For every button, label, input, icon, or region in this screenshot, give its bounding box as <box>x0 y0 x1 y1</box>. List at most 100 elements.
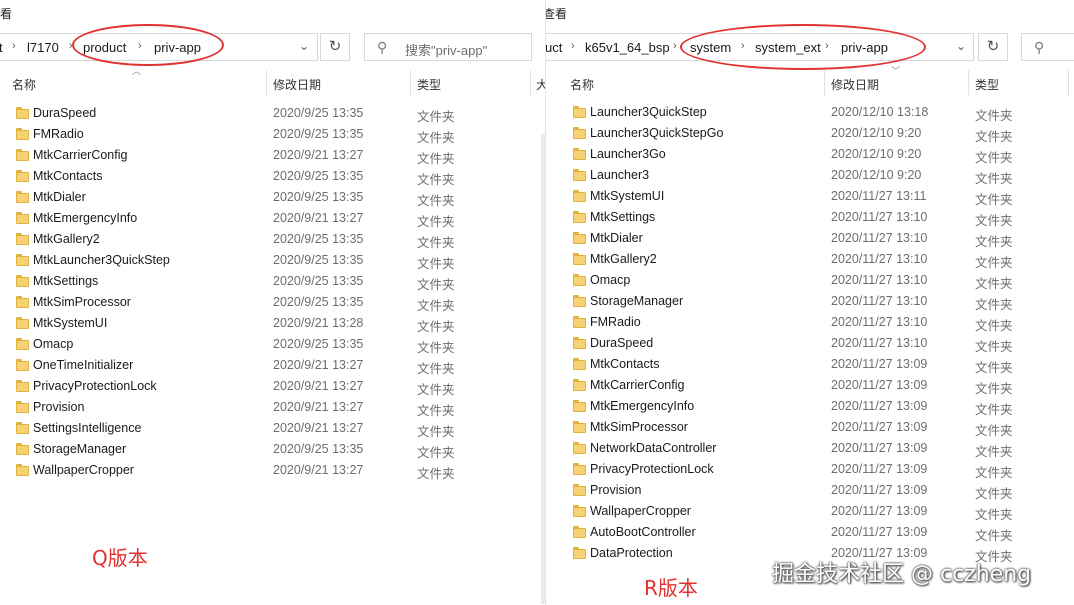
list-item[interactable]: Launcher3QuickStepGo 2020/12/10 9:20 文件夹 <box>573 123 1035 144</box>
list-item[interactable]: StorageManager 2020/11/27 13:10 文件夹 <box>573 291 1035 312</box>
folder-icon <box>16 128 29 140</box>
folder-icon <box>573 211 586 223</box>
breadcrumb-segment[interactable]: uct <box>546 40 562 55</box>
file-type: 文件夹 <box>975 151 1013 165</box>
file-name: MtkSystemUI <box>590 189 665 203</box>
column-divider[interactable] <box>968 70 969 96</box>
chevron-down-icon[interactable]: ⌄ <box>299 39 309 53</box>
list-item[interactable]: MtkSystemUI 2020/11/27 13:11 文件夹 <box>573 186 1035 207</box>
file-name: MtkCarrierConfig <box>33 148 128 162</box>
list-item[interactable]: Launcher3 2020/12/10 9:20 文件夹 <box>573 165 1035 186</box>
file-date: 2020/12/10 9:20 <box>831 126 922 140</box>
list-item[interactable]: MtkLauncher3QuickStep 2020/9/25 13:35 文件夹 <box>16 250 477 271</box>
file-type: 文件夹 <box>975 361 1013 375</box>
column-header-type[interactable]: 类型 <box>975 76 999 93</box>
column-divider[interactable] <box>1068 70 1069 96</box>
list-item[interactable]: SettingsIntelligence 2020/9/21 13:27 文件夹 <box>16 418 477 439</box>
list-item[interactable]: StorageManager 2020/9/25 13:35 文件夹 <box>16 439 477 460</box>
column-divider[interactable] <box>410 70 411 96</box>
file-date: 2020/11/27 13:11 <box>831 189 927 203</box>
breadcrumb-segment[interactable]: l7170 <box>27 40 59 55</box>
folder-icon <box>16 254 29 266</box>
column-header-name[interactable]: 名称 <box>570 76 594 93</box>
chevron-down-icon[interactable]: ⌄ <box>956 39 966 53</box>
column-header-size[interactable]: 大 <box>536 76 545 93</box>
file-date: 2020/11/27 13:09 <box>831 462 928 476</box>
column-header-type[interactable]: 类型 <box>417 76 441 93</box>
list-item[interactable]: DuraSpeed 2020/11/27 13:10 文件夹 <box>573 333 1035 354</box>
breadcrumb-segment[interactable]: t <box>0 40 3 55</box>
file-date: 2020/11/27 13:09 <box>831 504 928 518</box>
file-date: 2020/11/27 13:10 <box>831 231 928 245</box>
list-item[interactable]: Omacp 2020/9/25 13:35 文件夹 <box>16 334 477 355</box>
list-item[interactable]: MtkEmergencyInfo 2020/11/27 13:09 文件夹 <box>573 396 1035 417</box>
list-item[interactable]: MtkGallery2 2020/11/27 13:10 文件夹 <box>573 249 1035 270</box>
search-input[interactable]: ⚲ <box>1021 33 1074 61</box>
list-item[interactable]: MtkSettings 2020/11/27 13:10 文件夹 <box>573 207 1035 228</box>
list-item[interactable]: PrivacyProtectionLock 2020/9/21 13:27 文件夹 <box>16 376 477 397</box>
chevron-right-icon[interactable]: › <box>571 40 575 52</box>
file-type: 文件夹 <box>975 193 1013 207</box>
column-divider[interactable] <box>266 70 267 96</box>
folder-icon <box>573 547 586 559</box>
list-item[interactable]: Omacp 2020/11/27 13:10 文件夹 <box>573 270 1035 291</box>
file-date: 2020/12/10 9:20 <box>831 168 922 182</box>
list-item[interactable]: MtkSimProcessor 2020/11/27 13:09 文件夹 <box>573 417 1035 438</box>
folder-icon <box>573 400 586 412</box>
column-header-name[interactable]: 名称 <box>12 76 36 93</box>
column-divider[interactable] <box>530 70 531 96</box>
list-item[interactable]: MtkDialer 2020/9/25 13:35 文件夹 <box>16 187 477 208</box>
file-name: MtkGallery2 <box>590 252 657 266</box>
list-item[interactable]: AutoBootController 2020/11/27 13:09 文件夹 <box>573 522 1035 543</box>
file-date: 2020/11/27 13:10 <box>831 273 928 287</box>
list-item[interactable]: Launcher3Go 2020/12/10 9:20 文件夹 <box>573 144 1035 165</box>
file-type: 文件夹 <box>417 320 455 334</box>
list-item[interactable]: MtkGallery2 2020/9/25 13:35 文件夹 <box>16 229 477 250</box>
refresh-button[interactable]: ↻ <box>320 33 350 61</box>
list-item[interactable]: MtkSettings 2020/9/25 13:35 文件夹 <box>16 271 477 292</box>
list-item[interactable]: MtkEmergencyInfo 2020/9/21 13:27 文件夹 <box>16 208 477 229</box>
list-item[interactable]: FMRadio 2020/9/25 13:35 文件夹 <box>16 124 477 145</box>
right-ribbon: ⌄ ? 查看 <box>546 0 1074 26</box>
file-type: 文件夹 <box>417 173 455 187</box>
folder-icon <box>573 295 586 307</box>
list-item[interactable]: MtkCarrierConfig 2020/11/27 13:09 文件夹 <box>573 375 1035 396</box>
column-header-date[interactable]: 修改日期 <box>273 76 321 93</box>
list-item[interactable]: MtkSimProcessor 2020/9/25 13:35 文件夹 <box>16 292 477 313</box>
list-item[interactable]: Launcher3QuickStep 2020/12/10 13:18 文件夹 <box>573 102 1035 123</box>
file-type: 文件夹 <box>417 425 455 439</box>
file-type: 文件夹 <box>975 529 1013 543</box>
file-type: 文件夹 <box>975 403 1013 417</box>
list-item[interactable]: DuraSpeed 2020/9/25 13:35 文件夹 <box>16 103 477 124</box>
refresh-icon: ↻ <box>986 38 1000 55</box>
list-item[interactable]: OneTimeInitializer 2020/9/21 13:27 文件夹 <box>16 355 477 376</box>
left-view-menu[interactable]: 看 <box>0 5 12 22</box>
chevron-right-icon[interactable]: › <box>12 40 16 52</box>
list-item[interactable]: PrivacyProtectionLock 2020/11/27 13:09 文件夹 <box>573 459 1035 480</box>
right-explorer-pane: ⌄ ? 查看 uct › k65v1_64_bsp › system › sys… <box>545 0 1074 605</box>
list-item[interactable]: WallpaperCropper 2020/9/21 13:27 文件夹 <box>16 460 477 481</box>
list-item[interactable]: MtkContacts 2020/9/25 13:35 文件夹 <box>16 166 477 187</box>
refresh-button[interactable]: ↻ <box>978 33 1008 61</box>
list-item[interactable]: MtkContacts 2020/11/27 13:09 文件夹 <box>573 354 1035 375</box>
column-divider[interactable] <box>824 70 825 96</box>
breadcrumb-segment[interactable]: k65v1_64_bsp <box>585 40 670 55</box>
file-name: Omacp <box>33 337 74 351</box>
list-item[interactable]: WallpaperCropper 2020/11/27 13:09 文件夹 <box>573 501 1035 522</box>
right-view-menu[interactable]: 查看 <box>546 5 567 22</box>
list-item[interactable]: Provision 2020/11/27 13:09 文件夹 <box>573 480 1035 501</box>
list-item[interactable]: MtkDialer 2020/11/27 13:10 文件夹 <box>573 228 1035 249</box>
list-item[interactable]: FMRadio 2020/11/27 13:10 文件夹 <box>573 312 1035 333</box>
chevron-right-icon[interactable]: › <box>673 40 677 52</box>
file-date: 2020/11/27 13:09 <box>831 357 928 371</box>
folder-icon <box>16 422 29 434</box>
file-type: 文件夹 <box>417 131 455 145</box>
list-item[interactable]: NetworkDataController 2020/11/27 13:09 文件夹 <box>573 438 1035 459</box>
file-type: 文件夹 <box>975 172 1013 186</box>
list-item[interactable]: Provision 2020/9/21 13:27 文件夹 <box>16 397 477 418</box>
column-header-date[interactable]: 修改日期 <box>831 76 879 93</box>
list-item[interactable]: MtkCarrierConfig 2020/9/21 13:27 文件夹 <box>16 145 477 166</box>
file-type: 文件夹 <box>417 152 455 166</box>
search-input[interactable]: ⚲ 搜索"priv-app" <box>364 33 532 61</box>
list-item[interactable]: MtkSystemUI 2020/9/21 13:28 文件夹 <box>16 313 477 334</box>
